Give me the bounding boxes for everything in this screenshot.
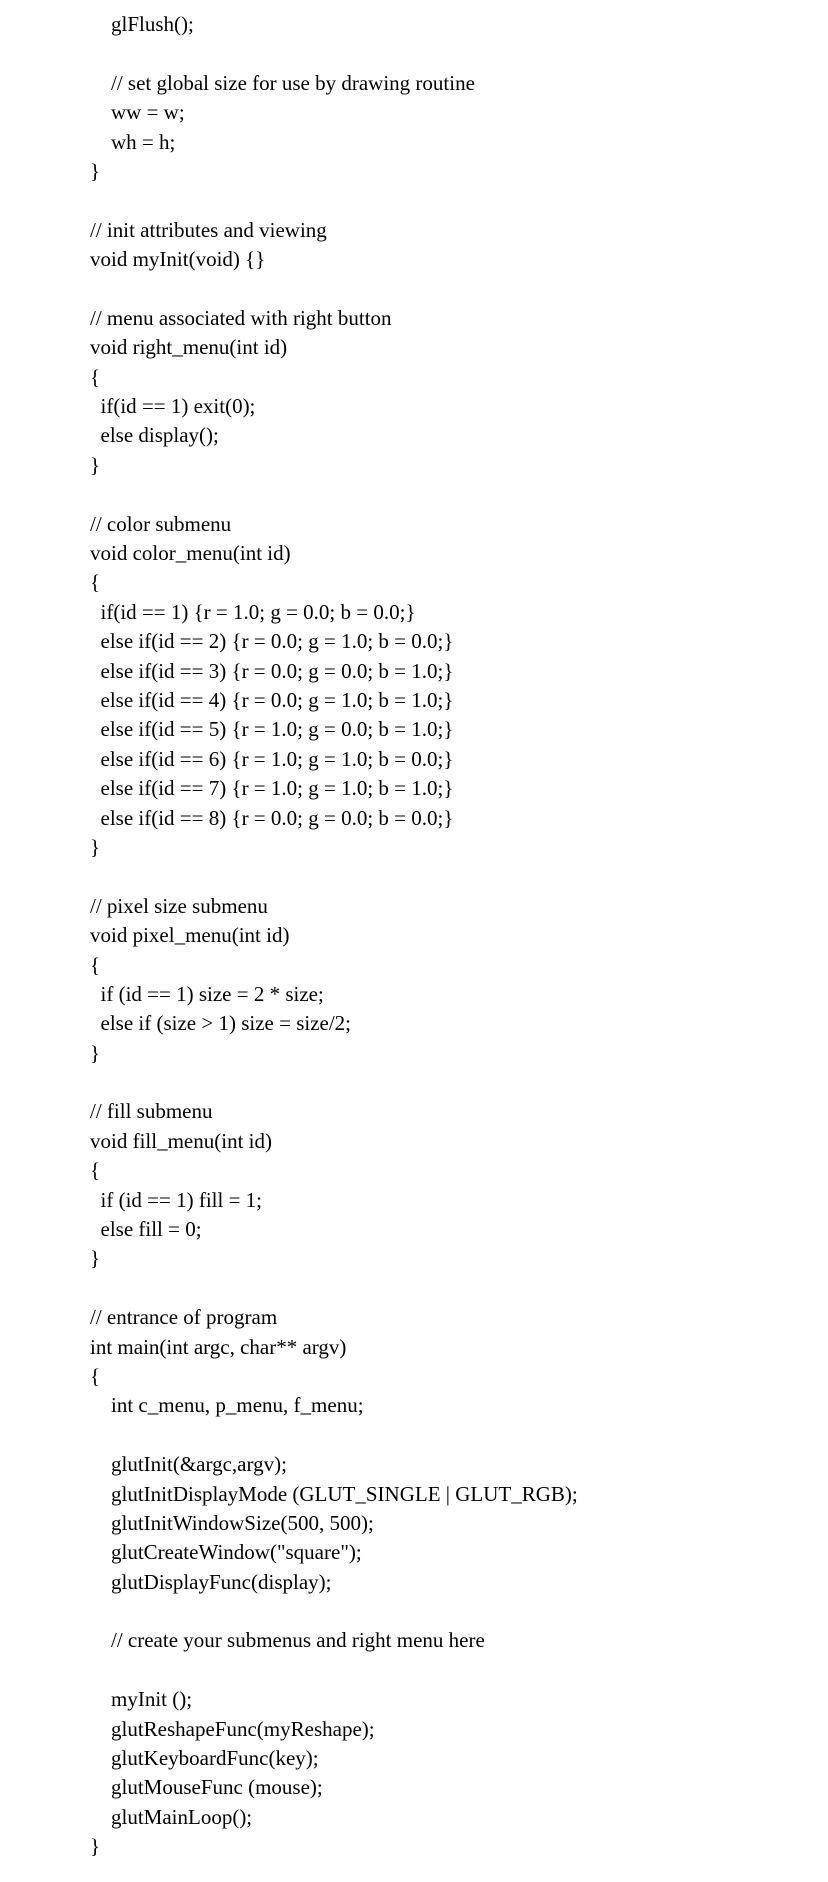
- code-page: glFlush(); // set global size for use by…: [0, 0, 828, 1882]
- code-listing: glFlush(); // set global size for use by…: [90, 10, 828, 1862]
